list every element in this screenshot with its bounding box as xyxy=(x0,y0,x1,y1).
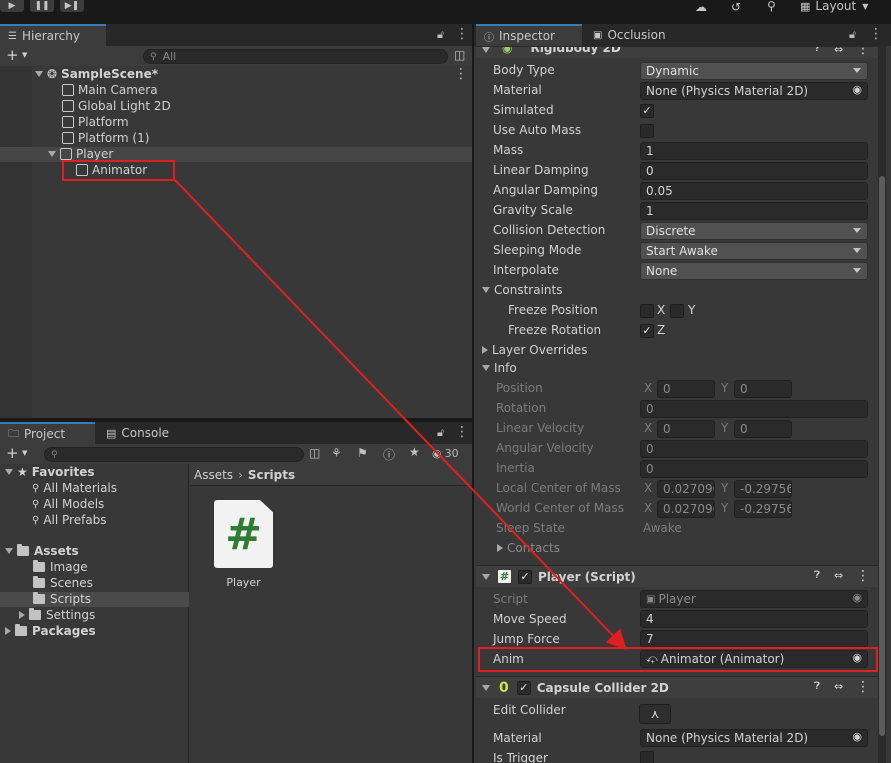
annotation-arrow xyxy=(174,179,627,650)
